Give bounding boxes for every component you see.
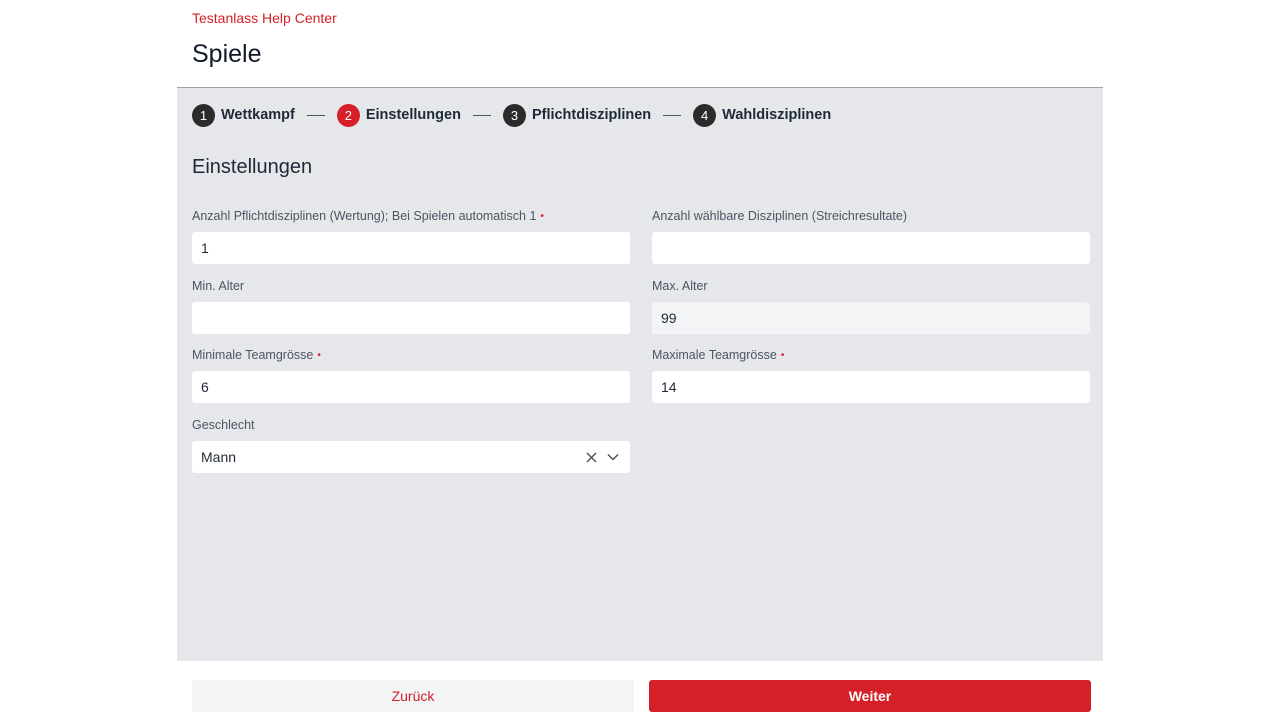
field-min-teamgroesse: Minimale Teamgrösse • [192, 347, 630, 403]
section-title: Einstellungen [192, 156, 313, 178]
field-max-alter: Max. Alter [652, 278, 1090, 334]
step-separator [472, 114, 491, 116]
pflichtdisziplinen-input[interactable] [192, 232, 630, 264]
step-einstellungen[interactable]: 2 Einstellungen [336, 103, 461, 127]
wahlbare-disziplinen-input[interactable] [652, 232, 1090, 264]
step-number: 4 [693, 103, 717, 127]
page-title: Spiele [192, 40, 262, 68]
step-label: Einstellungen [365, 107, 461, 123]
step-number-active: 2 [336, 103, 360, 127]
field-pflichtdisziplinen: Anzahl Pflichtdisziplinen (Wertung); Bei… [192, 208, 630, 264]
field-label: Minimale Teamgrösse • [192, 348, 321, 362]
step-separator [306, 114, 325, 116]
step-label: Pflichtdisziplinen [531, 107, 652, 123]
step-wettkampf[interactable]: 1 Wettkampf [192, 103, 295, 127]
field-min-alter: Min. Alter [192, 278, 630, 334]
chevron-down-icon[interactable] [605, 449, 621, 465]
field-label: Max. Alter [652, 279, 708, 293]
form-panel: 1 Wettkampf 2 Einstellungen 3 Pflichtdis… [177, 88, 1103, 661]
max-alter-input[interactable] [652, 302, 1090, 334]
field-label: Anzahl Pflichtdisziplinen (Wertung); Bei… [192, 209, 544, 223]
field-label: Anzahl wählbare Disziplinen (Streichresu… [652, 209, 907, 223]
step-label: Wettkampf [221, 107, 295, 123]
field-max-teamgroesse: Maximale Teamgrösse • [652, 347, 1090, 403]
back-button[interactable]: Zurück [192, 680, 634, 712]
select-value: Mann [201, 449, 237, 465]
field-label: Maximale Teamgrösse • [652, 348, 785, 362]
field-label: Min. Alter [192, 279, 245, 293]
min-teamgroesse-input[interactable] [192, 371, 630, 403]
help-center-link[interactable]: Testanlass Help Center [192, 10, 337, 26]
next-button[interactable]: Weiter [649, 680, 1091, 712]
step-separator [663, 114, 682, 116]
step-label: Wahldisziplinen [722, 107, 832, 123]
field-geschlecht: Geschlecht Mann [192, 417, 630, 473]
step-number: 1 [192, 103, 215, 127]
step-wahldisziplinen[interactable]: 4 Wahldisziplinen [693, 103, 832, 127]
step-pflichtdisziplinen[interactable]: 3 Pflichtdisziplinen [502, 103, 652, 127]
required-marker: • [540, 211, 544, 222]
max-teamgroesse-input[interactable] [652, 371, 1090, 403]
step-number: 3 [502, 103, 526, 127]
min-alter-input[interactable] [192, 302, 630, 334]
field-wahlbare-disziplinen: Anzahl wählbare Disziplinen (Streichresu… [652, 208, 1090, 264]
close-icon[interactable] [583, 449, 599, 465]
field-label: Geschlecht [192, 418, 255, 432]
required-marker: • [780, 350, 785, 361]
geschlecht-select[interactable]: Mann [192, 441, 630, 473]
stepper: 1 Wettkampf 2 Einstellungen 3 Pflichtdis… [192, 103, 831, 127]
required-marker: • [317, 350, 321, 361]
